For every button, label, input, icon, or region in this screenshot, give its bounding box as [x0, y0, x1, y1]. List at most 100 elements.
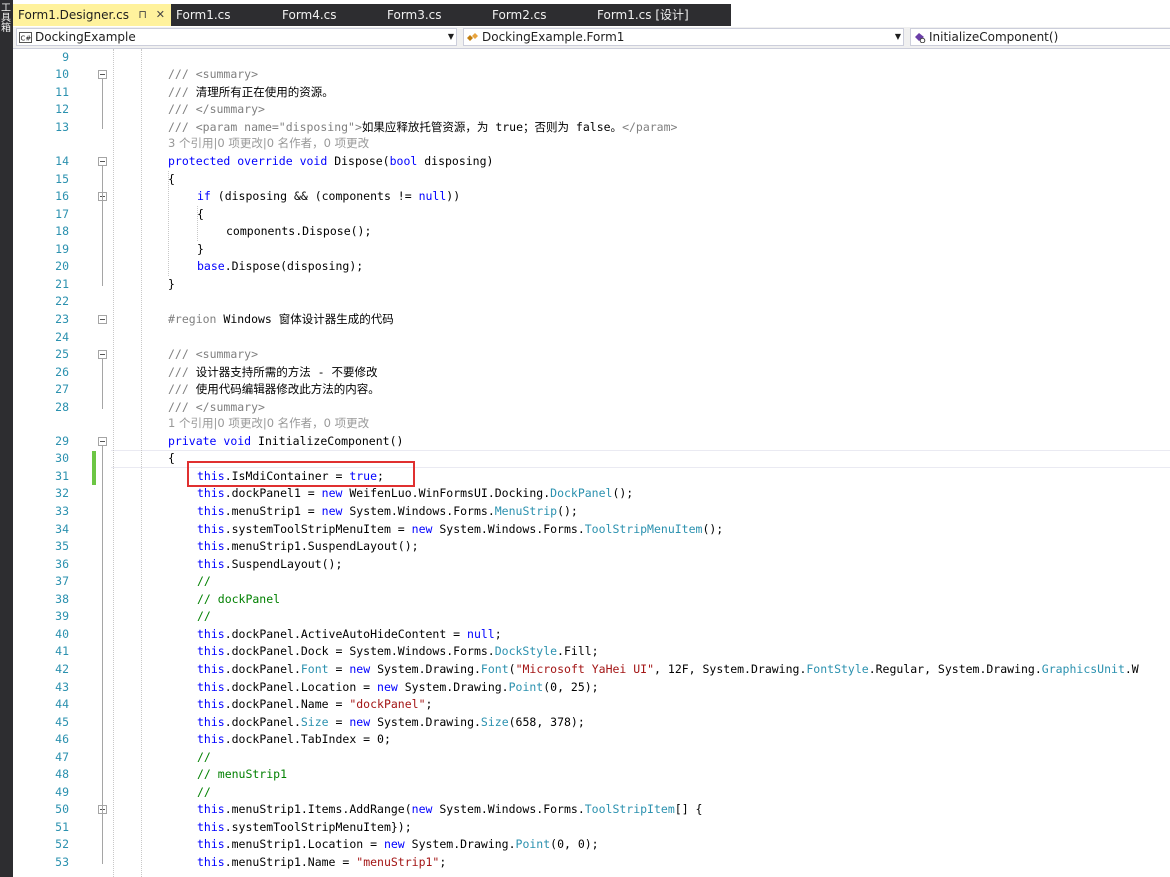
document-tab-bar: Form1.Designer.cs ⊓ ✕ Form1.cs Form4.cs …: [13, 4, 731, 26]
line-number: 47: [55, 750, 69, 764]
code-line[interactable]: this.menuStrip1.Location = new System.Dr…: [197, 836, 599, 853]
code-line[interactable]: protected override void Dispose(bool dis…: [168, 153, 493, 170]
code-line[interactable]: /// </summary>: [168, 399, 265, 416]
collapse-toggle-icon[interactable]: [98, 437, 107, 446]
code-line[interactable]: base.Dispose(disposing);: [197, 258, 363, 275]
line-number: 29: [55, 434, 69, 448]
code-line[interactable]: /// 清理所有正在使用的资源。: [168, 84, 334, 101]
code-line[interactable]: this.dockPanel.Size = new System.Drawing…: [197, 714, 585, 731]
code-line[interactable]: // dockPanel: [197, 591, 280, 608]
code-editor[interactable]: 9 10 11 12 13 14 15 16 17 18 19 20 21 22 23 24 25 26 27 28 2…: [13, 49, 1170, 877]
code-line[interactable]: private void InitializeComponent(): [168, 433, 403, 450]
code-line[interactable]: }: [197, 241, 204, 258]
code-line[interactable]: this.dockPanel.Name = "dockPanel";: [197, 696, 432, 713]
line-number: 32: [55, 486, 69, 500]
toolbox-side-panel[interactable]: 工具箱: [0, 0, 13, 877]
code-line[interactable]: this.dockPanel.Font = new System.Drawing…: [197, 661, 1139, 678]
line-number: 44: [55, 697, 69, 711]
code-line[interactable]: components.Dispose();: [226, 223, 371, 240]
line-number: 53: [55, 855, 69, 869]
line-number: 35: [55, 539, 69, 553]
codelens-references[interactable]: 1 个引用|0 项更改|0 名作者，0 项更改: [168, 416, 369, 430]
tab-form1-cs[interactable]: Form1.cs: [171, 4, 277, 26]
line-number: 37: [55, 574, 69, 588]
line-number: 19: [55, 242, 69, 256]
code-line[interactable]: {: [168, 450, 175, 467]
highlighted-code-line[interactable]: this.IsMdiContainer = true;: [197, 468, 384, 485]
code-line[interactable]: this.systemToolStripMenuItem = new Syste…: [197, 521, 723, 538]
collapse-toggle-icon[interactable]: [98, 157, 107, 166]
tab-label: Form1.cs [设计]: [597, 8, 689, 22]
code-line[interactable]: {: [168, 171, 175, 188]
indent-guide: [197, 206, 198, 241]
line-number: 16: [55, 189, 69, 203]
collapse-toggle-icon[interactable]: [98, 350, 107, 359]
navigation-bar: C# DockingExample ▼ DockingExample.Form1 …: [13, 27, 1170, 49]
indent-guide: [168, 171, 169, 276]
chevron-down-icon: ▼: [447, 32, 454, 41]
collapse-toggle-icon[interactable]: [98, 70, 107, 79]
code-line[interactable]: #region Windows 窗体设计器生成的代码: [168, 311, 394, 328]
change-marker: [92, 451, 96, 485]
code-line[interactable]: /// </summary>: [168, 101, 265, 118]
line-number: 40: [55, 627, 69, 641]
code-line[interactable]: /// <param name="disposing">如果应释放托管资源，为 …: [168, 119, 677, 136]
line-number: 45: [55, 715, 69, 729]
project-dropdown[interactable]: C# DockingExample ▼: [16, 28, 457, 46]
code-line[interactable]: {: [197, 206, 204, 223]
line-number: 31: [55, 469, 69, 483]
code-line[interactable]: this.dockPanel.ActiveAutoHideContent = n…: [197, 626, 502, 643]
code-line[interactable]: this.menuStrip1 = new System.Windows.For…: [197, 503, 578, 520]
code-line[interactable]: //: [197, 784, 211, 801]
codelens-references[interactable]: 3 个引用|0 项更改|0 名作者，0 项更改: [168, 136, 369, 150]
code-line[interactable]: }: [168, 276, 175, 293]
code-line[interactable]: /// <summary>: [168, 66, 258, 83]
code-line[interactable]: this.dockPanel.Location = new System.Dra…: [197, 679, 599, 696]
close-icon[interactable]: ✕: [156, 4, 165, 26]
pin-icon[interactable]: ⊓: [138, 4, 147, 26]
tab-form1-designer[interactable]: Form1.Designer.cs ⊓ ✕: [13, 4, 171, 26]
tab-form3-cs[interactable]: Form3.cs: [382, 4, 487, 26]
tab-form1-design[interactable]: Form1.cs [设计]: [592, 4, 731, 26]
tab-label: Form3.cs: [387, 8, 442, 22]
member-name: InitializeComponent(): [929, 30, 1059, 44]
code-line[interactable]: this.dockPanel.Dock = System.Windows.For…: [197, 643, 599, 660]
csharp-project-icon: C#: [19, 31, 32, 45]
code-line[interactable]: this.SuspendLayout();: [197, 556, 342, 573]
collapse-toggle-icon[interactable]: [98, 315, 107, 324]
line-number: 17: [55, 207, 69, 221]
class-dropdown[interactable]: DockingExample.Form1 ▼: [463, 28, 904, 46]
line-number: 43: [55, 680, 69, 694]
code-line[interactable]: //: [197, 749, 211, 766]
member-dropdown[interactable]: InitializeComponent(): [910, 28, 1170, 46]
line-number: 12: [55, 102, 69, 116]
line-number: 11: [55, 85, 69, 99]
line-number: 41: [55, 644, 69, 658]
code-line[interactable]: /// 使用代码编辑器修改此方法的内容。: [168, 381, 380, 398]
line-number: 30: [55, 451, 69, 465]
line-number: 14: [55, 154, 69, 168]
svg-text:C#: C#: [21, 35, 32, 43]
code-line[interactable]: /// <summary>: [168, 346, 258, 363]
line-number: 21: [55, 277, 69, 291]
code-line[interactable]: this.menuStrip1.Items.AddRange(new Syste…: [197, 801, 702, 818]
tab-label: Form1.Designer.cs: [18, 8, 129, 22]
line-number: 10: [55, 67, 69, 81]
tab-label: Form2.cs: [492, 8, 547, 22]
code-line[interactable]: this.dockPanel1 = new WeifenLuo.WinForms…: [197, 485, 633, 502]
code-line[interactable]: //: [197, 573, 211, 590]
code-line[interactable]: this.dockPanel.TabIndex = 0;: [197, 731, 391, 748]
tab-form4-cs[interactable]: Form4.cs: [277, 4, 382, 26]
toolbox-label: 工具箱: [1, 3, 11, 34]
tab-form2-cs[interactable]: Form2.cs: [487, 4, 592, 26]
chevron-down-icon: ▼: [894, 32, 901, 41]
code-line[interactable]: this.menuStrip1.SuspendLayout();: [197, 538, 419, 555]
code-line[interactable]: //: [197, 608, 211, 625]
code-line[interactable]: if (disposing && (components != null)): [197, 188, 460, 205]
code-line[interactable]: // menuStrip1: [197, 766, 287, 783]
line-number: 22: [55, 294, 69, 308]
code-line[interactable]: /// 设计器支持所需的方法 - 不要修改: [168, 364, 377, 381]
code-line[interactable]: this.menuStrip1.Name = "menuStrip1";: [197, 854, 446, 871]
line-number: 48: [55, 767, 69, 781]
code-line[interactable]: this.systemToolStripMenuItem});: [197, 819, 412, 836]
